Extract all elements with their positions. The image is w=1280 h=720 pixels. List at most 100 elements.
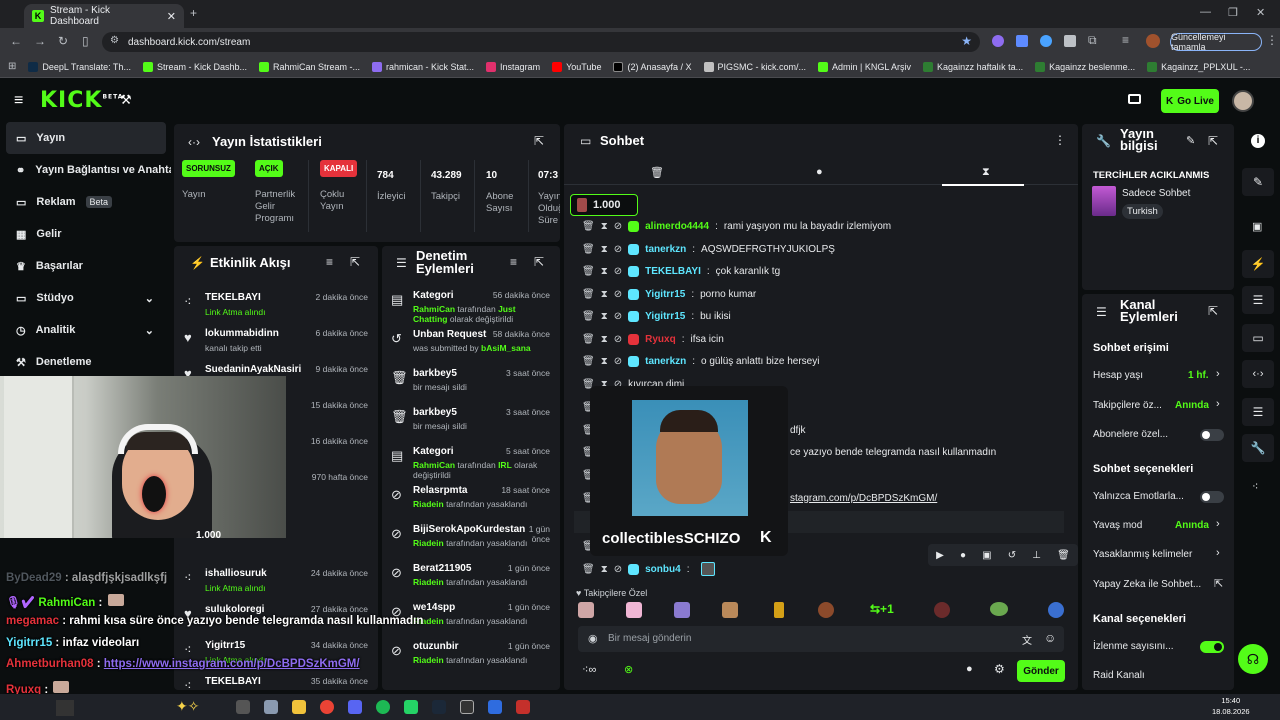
wallet-icon[interactable]: ▣ (1252, 220, 1262, 233)
chat-username[interactable]: tanerkzn (645, 356, 686, 367)
banned-words-label[interactable]: Yasaklanmış kelimeler (1093, 549, 1192, 560)
raid-channel-label[interactable]: Raid Kanalı (1093, 670, 1145, 681)
chevron-right-icon[interactable]: › (1216, 368, 1220, 380)
trash-icon[interactable]: 🗑 (582, 311, 595, 322)
points-icon[interactable]: ⁖∞ (582, 663, 596, 676)
timeout-icon[interactable]: ⧗ (601, 244, 608, 255)
emote-icon[interactable] (818, 602, 834, 618)
profile-avatar[interactable] (1146, 34, 1160, 48)
trash-icon[interactable]: 🗑 (582, 334, 595, 345)
kick-coin-icon[interactable]: ⊗ (624, 663, 633, 676)
user-avatar[interactable] (1232, 90, 1254, 112)
go-live-button[interactable]: K Go Live (1161, 89, 1219, 113)
moderation-item[interactable]: 🗑 barkbey5 bir mesajı sildi 3 saat önce (382, 366, 560, 402)
sidebar-item-analytics[interactable]: ◷ Analitik ⌄ (0, 314, 172, 346)
bookmark-item[interactable]: Instagram (486, 61, 540, 72)
stream-preview-icon[interactable] (1128, 94, 1141, 104)
hamburger-menu-icon[interactable]: ≡ (14, 92, 23, 110)
maximize-icon[interactable]: ❐ (1228, 6, 1238, 19)
category-name[interactable]: Sadece Sohbet (1122, 188, 1190, 199)
emote-icon[interactable]: ⇆+1 (870, 602, 894, 616)
ai-chat-label[interactable]: Yapay Zeka ile Sohbet... (1093, 579, 1201, 590)
sidebar-toggle-icon[interactable]: ▯ (82, 34, 89, 48)
trash-icon[interactable]: 🗑 (582, 289, 595, 300)
emote-icon[interactable] (674, 602, 690, 618)
bookmark-item[interactable]: Kagainzz beslenme... (1035, 61, 1135, 72)
pin-icon[interactable]: ⊥ (1032, 550, 1041, 561)
emoji-icon[interactable]: ☺ (1044, 631, 1056, 645)
list-icon[interactable]: ☰ (1242, 286, 1274, 314)
browser-menu-icon[interactable]: ⋮ (1266, 33, 1278, 47)
chrome-icon[interactable] (320, 700, 334, 714)
chat-icon[interactable]: ▭ (1242, 324, 1274, 352)
chevron-right-icon[interactable]: › (1216, 547, 1220, 559)
clock[interactable]: 15:40 18.08.2026 (1212, 695, 1250, 717)
wrench-icon[interactable]: 🔧 (1242, 434, 1274, 462)
moderation-item[interactable]: ⊘ otuzunbir Riadein tarafından yasaklandı 1… (382, 639, 560, 675)
hourglass-tab-icon[interactable]: ⧗ (982, 166, 990, 179)
browser-tab[interactable]: K Stream - Kick Dashboard ✕ (24, 4, 184, 28)
app-icon[interactable] (460, 700, 474, 714)
spotify-icon[interactable] (376, 700, 390, 714)
chat-username[interactable]: TEKELBAYI (645, 266, 701, 277)
site-info-icon[interactable]: ⚙ (110, 35, 119, 46)
emote-icon[interactable] (578, 602, 594, 618)
chat-message[interactable]: 🗑 ⧗ ⊘ alimerdo4444: rami yaşıyon mu la bayad… (582, 217, 891, 235)
timeout-icon[interactable]: ⧗ (601, 311, 608, 322)
moderation-item[interactable]: ▤ Kategori RahmiCan tarafından Just Chatti… (382, 288, 560, 324)
sidebar-item-studio[interactable]: ▭ Stüdyo ⌄ (0, 282, 172, 314)
emote-only-toggle[interactable] (1200, 491, 1224, 503)
bookmark-item[interactable]: PIGSMC - kick.com/... (703, 61, 806, 72)
extension-icon[interactable] (992, 35, 1004, 47)
category-thumbnail[interactable] (1092, 186, 1116, 216)
chat-username[interactable]: sonbu4 (645, 564, 681, 575)
popout-icon[interactable]: ⇱ (1208, 304, 1218, 318)
broadcast-icon[interactable]: ‹·› (1242, 360, 1274, 388)
bookmark-item[interactable]: YouTube (552, 61, 601, 72)
emote-icon[interactable] (722, 602, 738, 618)
popout-icon[interactable]: ⇱ (534, 134, 544, 148)
chevron-right-icon[interactable]: › (1216, 398, 1220, 410)
send-button[interactable]: Gönder (1017, 660, 1065, 682)
edit-icon[interactable]: ✎ (1242, 168, 1274, 196)
popout-icon[interactable]: ⇱ (350, 255, 360, 269)
chat-username[interactable]: Yigitrr15 (645, 311, 685, 322)
moderation-item[interactable]: ⊘ Berat211905 Riadein tarafından yasakland… (382, 561, 560, 597)
moderation-item[interactable]: ↺ Unban Request was submitted by bAsiM_san… (382, 327, 560, 363)
activity-item[interactable]: ⁖ ishalliosuruk Link Atma alındı 24 dakika … (174, 566, 378, 602)
chat-username[interactable]: tanerkzn (645, 244, 686, 255)
ban-icon[interactable]: ⊘ (614, 289, 622, 300)
bookmark-item[interactable]: (2) Anasayfa / X (613, 61, 692, 72)
bookmark-item[interactable]: rahmican - Kick Stat... (372, 61, 474, 72)
chat-message[interactable]: 🗑 ⧗ ⊘ Yigitrr15: bu ikisi (582, 307, 731, 325)
ban-icon[interactable]: ⊘ (614, 356, 622, 367)
ban-icon[interactable]: ⊘ (614, 334, 622, 345)
chevron-right-icon[interactable]: › (1216, 518, 1220, 530)
hammer-icon[interactable]: ⚒ (120, 92, 132, 108)
reload-icon[interactable]: ↻ (58, 34, 68, 48)
play-icon[interactable]: ▶ (936, 550, 944, 561)
bookmark-item[interactable]: Stream - Kick Dashb... (142, 61, 247, 72)
ban-icon[interactable]: ⊘ (614, 266, 622, 277)
sidebar-item-stream[interactable]: ▭ Yayın (6, 122, 166, 154)
chat-message[interactable]: 🗑 ⧗ ⊘ sonbu4: (582, 560, 716, 578)
delete-icon[interactable]: 🗑 (1057, 550, 1070, 561)
steam-icon[interactable] (432, 700, 446, 714)
moderation-item[interactable]: ⊘ Relasrpmta Riadein tarafından yasaklandı… (382, 483, 560, 519)
chat-bubble-icon[interactable]: ● (966, 663, 973, 675)
edit-pencil-icon[interactable]: ✎ (1186, 134, 1195, 147)
extensions-puzzle-icon[interactable]: ⧉ (1088, 33, 1097, 48)
chat-message[interactable]: 🗑 ⧗ ⊘ Yigitrr15: porno kumar (582, 285, 756, 303)
timeout-icon[interactable]: ⧗ (601, 221, 608, 232)
bookmark-item[interactable]: DeepL Translate: Th... (28, 61, 131, 72)
activity-item[interactable]: ♥ lokummabidinn kanalı takip etti 6 dakika … (174, 326, 378, 362)
bookmark-item[interactable]: Admin | KNGL Arşiv (818, 61, 911, 72)
reading-list-icon[interactable]: ≡ (1122, 33, 1129, 47)
chat-message[interactable]: 🗑 ⧗ ⊘ tanerkzn: o gülüş anlattı bize herseyi (582, 352, 819, 370)
ban-icon[interactable]: ⊘ (614, 311, 622, 322)
undo-icon[interactable]: ↺ (1008, 550, 1016, 561)
chat-username[interactable]: Ryuxq (645, 334, 676, 345)
timeout-icon[interactable]: ⧗ (601, 564, 608, 575)
apps-grid-icon[interactable]: ⊞ (8, 61, 16, 72)
emote-icon[interactable] (701, 562, 716, 576)
